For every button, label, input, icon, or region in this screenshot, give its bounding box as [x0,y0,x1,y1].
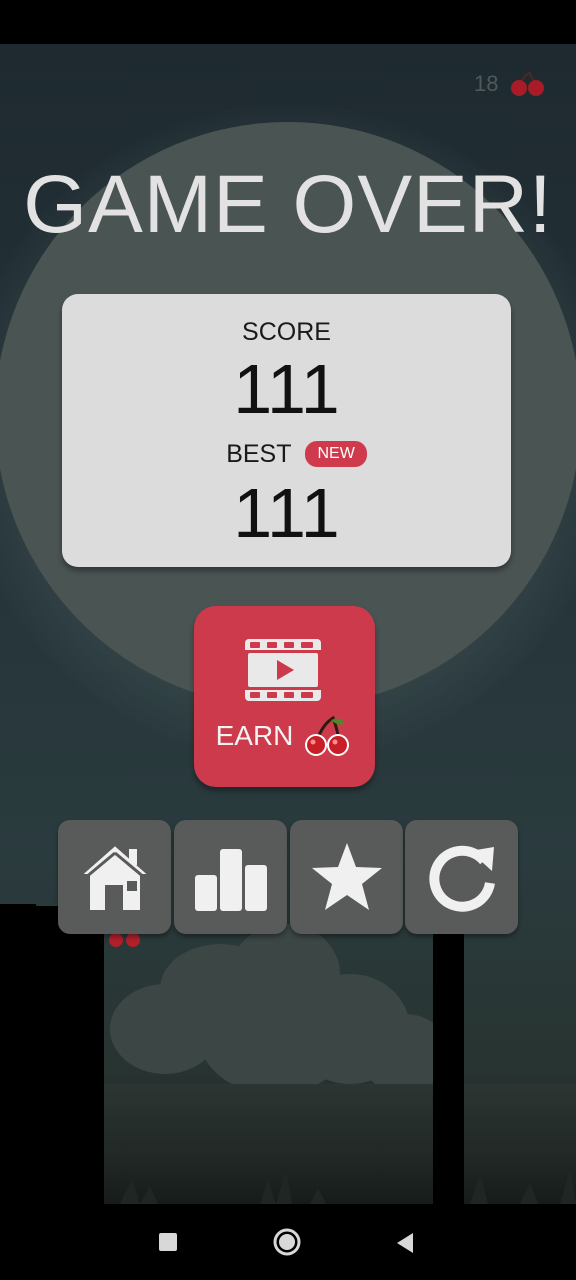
cloud-background [90,914,450,1094]
pillar-left [26,906,104,1204]
earn-cherries-button[interactable]: EARN [194,606,375,787]
score-label: SCORE [242,318,331,346]
home-icon [77,843,152,912]
score-value: 111 [233,350,340,428]
cherry-count: 18 [474,71,499,96]
earn-row: EARN [194,714,375,758]
best-label: BEST [226,439,292,468]
restart-button[interactable] [405,820,518,934]
score-card: SCORE 111 BEST NEW 111 [62,294,511,567]
pillar-right [433,934,464,1204]
rate-button[interactable] [290,820,403,934]
restart-icon [428,845,495,912]
film-play-icon [245,639,321,701]
leaderboard-icon [194,849,267,911]
recents-square-icon[interactable] [158,1232,178,1252]
best-value: 111 [233,474,340,552]
menu-row [58,820,518,934]
game-over-title: GAME OVER! [23,159,553,250]
earn-label: EARN [215,720,294,751]
cherries-icon [305,715,350,756]
leaderboard-button[interactable] [174,820,287,934]
home-button[interactable] [58,820,171,934]
best-row: BEST NEW [62,438,511,470]
status-bar [0,0,576,44]
cherries-icon [511,71,545,96]
new-badge: NEW [305,441,367,467]
home-circle-icon[interactable] [272,1227,302,1257]
back-triangle-icon[interactable] [395,1232,415,1254]
cherry-counter: 18 [474,68,556,100]
android-nav-bar [0,1204,576,1280]
star-icon [311,843,382,910]
